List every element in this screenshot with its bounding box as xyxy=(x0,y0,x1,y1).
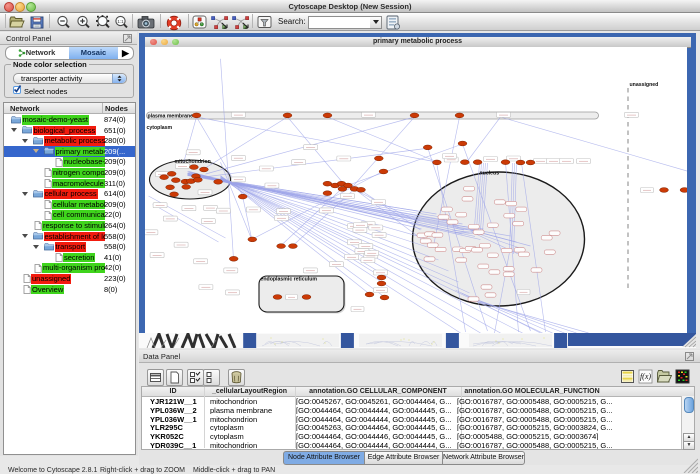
svg-text:unassigned: unassigned xyxy=(629,82,658,88)
svg-text:cytoplasm: cytoplasm xyxy=(146,125,172,131)
svg-text:f(x): f(x) xyxy=(640,372,651,381)
svg-text:endoplasmic reticulum: endoplasmic reticulum xyxy=(260,277,317,283)
svg-text:plasma membrane: plasma membrane xyxy=(147,113,193,119)
svg-text:nucleus: nucleus xyxy=(479,171,499,177)
svg-text:1:1: 1:1 xyxy=(117,19,124,24)
